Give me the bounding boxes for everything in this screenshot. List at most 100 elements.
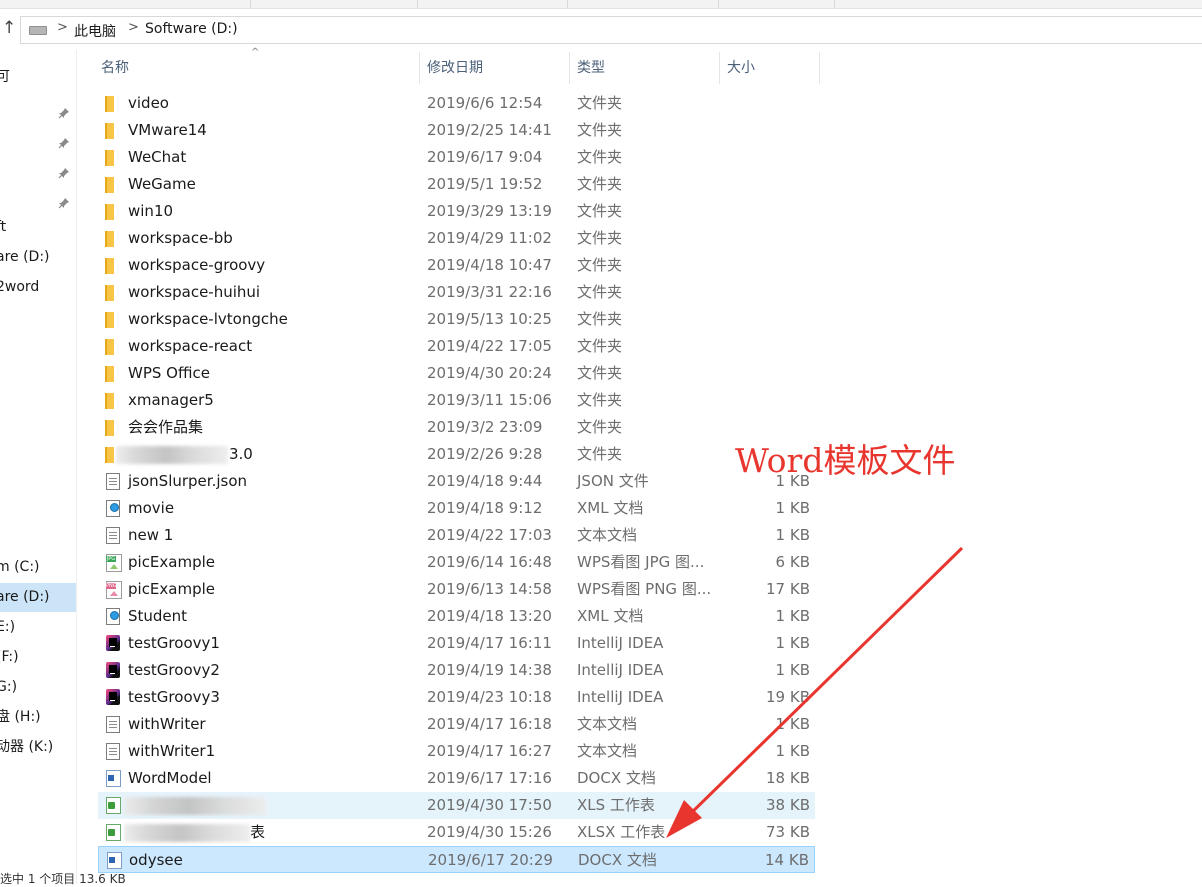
breadcrumb-this-pc[interactable]: 此电脑 xyxy=(74,21,116,41)
column-divider[interactable] xyxy=(819,52,820,84)
file-name: workspace-lvtongche xyxy=(128,310,288,328)
file-row[interactable]: xmanager5 2019/3/11 15:06 文件夹 xyxy=(98,387,815,414)
sidebar-item[interactable] xyxy=(0,123,76,152)
sidebar-item[interactable]: ft xyxy=(0,213,76,242)
docx-file-icon xyxy=(104,769,122,788)
sidebar-item-label: 2word xyxy=(0,279,40,295)
column-divider[interactable] xyxy=(719,52,720,84)
column-divider[interactable] xyxy=(419,52,420,84)
pin-icon[interactable] xyxy=(58,191,70,209)
file-row[interactable]: withWriter 2019/4/17 16:18 文本文档 1 KB xyxy=(98,711,815,738)
file-row[interactable]: PNG picExample 2019/6/13 14:58 WPS看图 PNG 图.… xyxy=(98,576,815,603)
file-row[interactable]: win10 2019/3/29 13:19 文件夹 xyxy=(98,198,815,225)
file-row[interactable]: movie 2019/4/18 9:12 XML 文档 1 KB xyxy=(98,495,815,522)
file-name: 3.0 xyxy=(229,445,253,463)
file-name: withWriter1 xyxy=(128,742,216,760)
file-row[interactable]: testGroovy1 2019/4/17 16:11 IntelliJ IDEA 1… xyxy=(98,630,815,657)
sidebar-item[interactable] xyxy=(0,93,76,122)
pin-icon[interactable] xyxy=(58,101,70,119)
pin-icon[interactable] xyxy=(58,161,70,179)
file-row[interactable]: workspace-huihui 2019/3/31 22:16 文件夹 xyxy=(98,279,815,306)
sidebar-item[interactable]: E:) xyxy=(0,613,76,642)
file-type: 文件夹 xyxy=(577,256,623,274)
sidebar-item[interactable]: (F:) xyxy=(0,643,76,672)
sidebar-item[interactable] xyxy=(0,183,76,212)
file-row[interactable]: WPS Office 2019/4/30 20:24 文件夹 xyxy=(98,360,815,387)
file-date: 2019/3/29 13:19 xyxy=(427,202,552,220)
file-row[interactable]: new 1 2019/4/22 17:03 文本文档 1 KB xyxy=(98,522,815,549)
file-row[interactable]: 3.0 2019/2/26 9:28 文件夹 xyxy=(98,441,815,468)
file-row[interactable]: WordModel 2019/6/17 17:16 DOCX 文档 18 KB xyxy=(98,765,815,792)
file-row[interactable]: testGroovy3 2019/4/23 10:18 IntelliJ IDEA 1… xyxy=(98,684,815,711)
file-row[interactable]: Student 2019/4/18 13:20 XML 文档 1 KB xyxy=(98,603,815,630)
chevron-right-icon[interactable]: > xyxy=(57,20,68,35)
file-name: picExample xyxy=(128,553,216,571)
sidebar-item[interactable]: G:) xyxy=(0,673,76,702)
file-date: 2019/3/11 15:06 xyxy=(427,391,552,409)
sidebar-item-label: 可 xyxy=(0,69,10,85)
sidebar-item[interactable] xyxy=(0,153,76,182)
sidebar-item[interactable]: 盘 (H:) xyxy=(0,703,76,732)
file-row[interactable]: JPG picExample 2019/6/14 16:48 WPS看图 JPG 图.… xyxy=(98,549,815,576)
file-size: 19 KB xyxy=(766,688,810,706)
file-name: testGroovy3 xyxy=(128,688,220,706)
file-row[interactable]: WeChat 2019/6/17 9:04 文件夹 xyxy=(98,144,815,171)
address-bar[interactable]: > 此电脑 > Software (D:) xyxy=(20,16,1202,44)
column-divider[interactable] xyxy=(569,52,570,84)
sidebar-item[interactable]: m (C:) xyxy=(0,553,76,582)
file-row[interactable]: video 2019/6/6 12:54 文件夹 xyxy=(98,90,815,117)
file-type: WPS看图 JPG 图... xyxy=(577,553,705,571)
file-row[interactable]: VMware14 2019/2/25 14:41 文件夹 xyxy=(98,117,815,144)
breadcrumb-software-d[interactable]: Software (D:) xyxy=(145,21,238,37)
file-row[interactable]: WeGame 2019/5/1 19:52 文件夹 xyxy=(98,171,815,198)
file-type: IntelliJ IDEA xyxy=(577,661,664,679)
file-row[interactable]: testGroovy2 2019/4/19 14:38 IntelliJ IDEA 1… xyxy=(98,657,815,684)
file-row[interactable]: workspace-groovy 2019/4/18 10:47 文件夹 xyxy=(98,252,815,279)
column-header-name[interactable]: 名称 xyxy=(101,50,129,86)
file-name: 表 xyxy=(250,823,266,841)
file-row[interactable]: odysee 2019/6/17 20:29 DOCX 文档 14 KB xyxy=(98,846,815,873)
file-row[interactable]: 2019/4/30 17:50 XLS 工作表 38 KB xyxy=(98,792,815,819)
sidebar-item[interactable]: are (D:) xyxy=(0,243,76,272)
file-row[interactable]: workspace-react 2019/4/22 17:05 文件夹 xyxy=(98,333,815,360)
redacted-filename xyxy=(124,797,266,815)
sidebar-item[interactable]: 2word xyxy=(0,273,76,302)
file-type: IntelliJ IDEA xyxy=(577,688,664,706)
file-type: 文本文档 xyxy=(577,526,638,544)
file-date: 2019/3/31 22:16 xyxy=(427,283,552,301)
sidebar-item[interactable]: are (D:) xyxy=(0,583,76,612)
ribbon-separator xyxy=(718,0,719,8)
file-name: withWriter xyxy=(128,715,206,733)
file-date: 2019/6/6 12:54 xyxy=(427,94,543,112)
file-type: 文件夹 xyxy=(577,175,623,193)
file-type: 文件夹 xyxy=(577,148,623,166)
status-bar-text: 选中 1 个项目 13.6 KB xyxy=(0,872,126,886)
xml-file-icon xyxy=(104,499,122,518)
navigation-pane-divider[interactable] xyxy=(76,50,77,884)
pin-icon[interactable] xyxy=(58,131,70,149)
file-type: 文件夹 xyxy=(577,418,623,436)
column-header-type[interactable]: 类型 xyxy=(577,50,605,86)
sidebar-item-label: E:) xyxy=(0,619,16,635)
sidebar-item[interactable]: 可 xyxy=(0,63,76,92)
address-bar-area: ↑ > 此电脑 > Software (D:) xyxy=(0,10,1202,48)
file-row[interactable]: withWriter1 2019/4/17 16:27 文本文档 1 KB xyxy=(98,738,815,765)
file-row[interactable]: workspace-bb 2019/4/29 11:02 文件夹 xyxy=(98,225,815,252)
navigation-pane: 可 ft are (D:) 2word m (C:) are (D:) E:) (F:) G:)… xyxy=(0,50,76,884)
file-type: 文件夹 xyxy=(577,391,623,409)
file-row[interactable]: jsonSlurper.json 2019/4/18 9:44 JSON 文件 1 K… xyxy=(98,468,815,495)
chevron-right-icon[interactable]: > xyxy=(128,20,139,35)
file-row[interactable]: 表 2019/4/30 15:26 XLSX 工作表 73 KB xyxy=(98,819,815,846)
file-row[interactable]: 会会作品集 2019/3/2 23:09 文件夹 xyxy=(98,414,815,441)
file-name: picExample xyxy=(128,580,216,598)
column-header-date[interactable]: 修改日期 xyxy=(427,50,483,86)
up-arrow-icon[interactable]: ↑ xyxy=(2,18,16,38)
column-header-size[interactable]: 大小 xyxy=(727,50,755,86)
xls-file-icon xyxy=(104,823,122,842)
file-row[interactable]: workspace-lvtongche 2019/5/13 10:25 文件夹 xyxy=(98,306,815,333)
file-name: WPS Office xyxy=(128,364,210,382)
file-type: 文件夹 xyxy=(577,364,623,382)
file-date: 2019/4/30 20:24 xyxy=(427,364,552,382)
file-type: 文件夹 xyxy=(577,94,623,112)
sidebar-item[interactable]: 动器 (K:) xyxy=(0,733,76,762)
